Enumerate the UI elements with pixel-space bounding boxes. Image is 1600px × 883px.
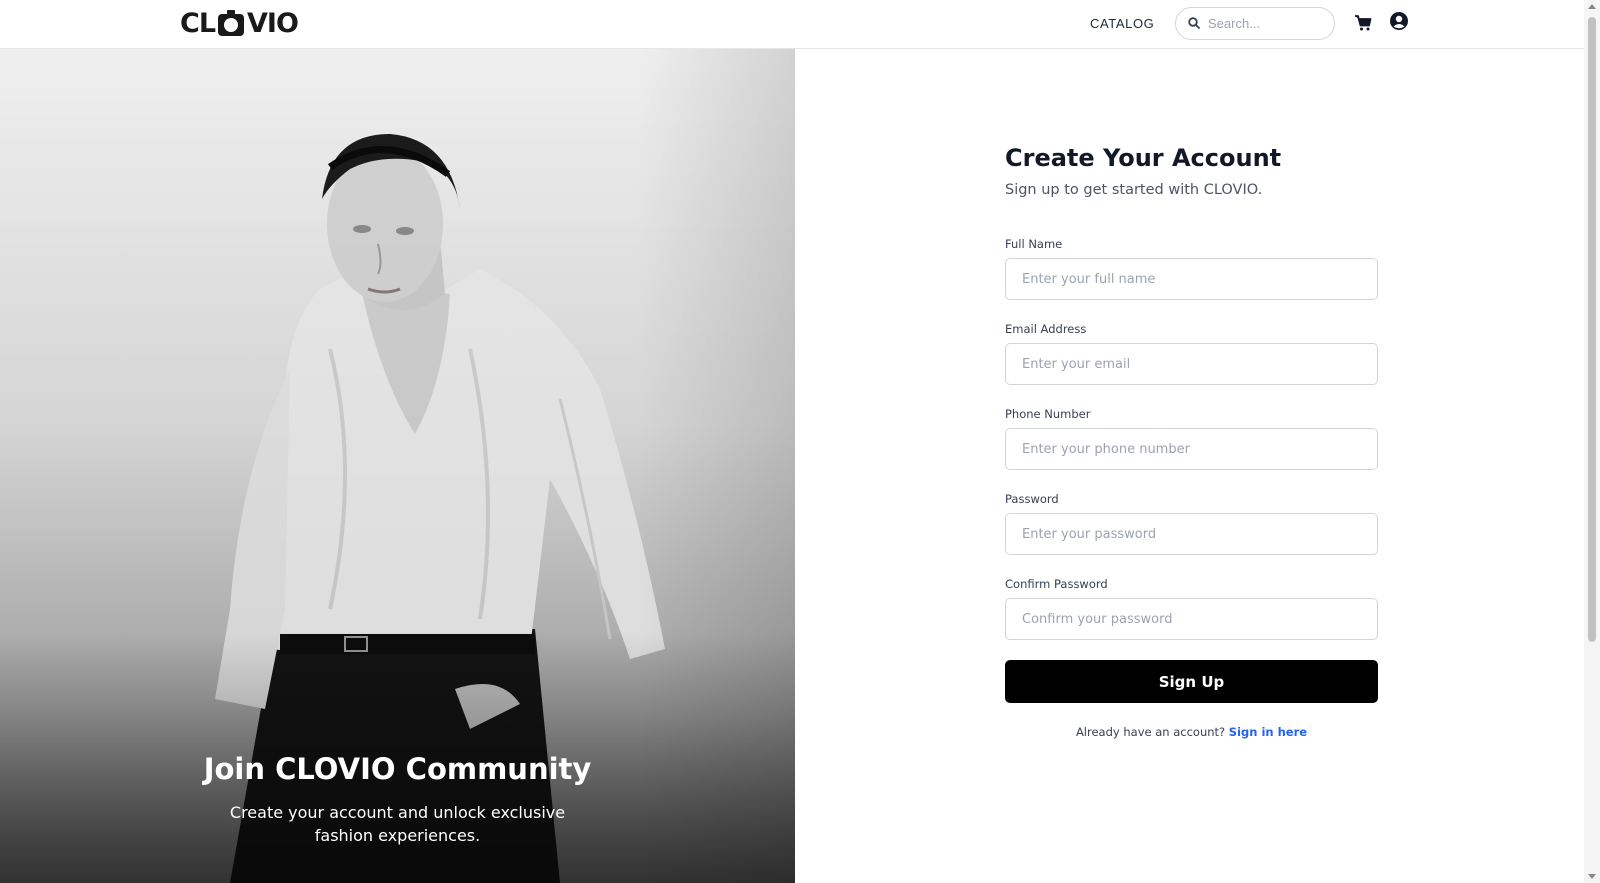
search-box[interactable] <box>1175 7 1335 40</box>
page-scrollbar[interactable] <box>1584 0 1600 883</box>
search-icon <box>1188 14 1200 33</box>
scroll-up-arrow-icon[interactable] <box>1588 3 1596 11</box>
top-navbar: CL VIO CATALOG <box>0 0 1584 49</box>
phone-input[interactable] <box>1005 428 1378 470</box>
confirm-password-input[interactable] <box>1005 598 1378 640</box>
sign-up-button[interactable]: Sign Up <box>1005 660 1378 703</box>
nav-catalog-link[interactable]: CATALOG <box>1090 16 1154 31</box>
full-name-label: Full Name <box>1005 237 1063 251</box>
scrollbar-thumb[interactable] <box>1588 17 1596 642</box>
password-input[interactable] <box>1005 513 1378 555</box>
confirm-password-label: Confirm Password <box>1005 577 1108 591</box>
user-icon[interactable] <box>1389 11 1409 31</box>
logo-text-left: CL <box>180 7 216 39</box>
hero-image-panel: Join CLOVIO Community Create your accoun… <box>0 49 795 883</box>
search-input[interactable] <box>1208 16 1318 31</box>
password-label: Password <box>1005 492 1059 506</box>
scroll-down-arrow-icon[interactable] <box>1588 872 1596 880</box>
form-title: Create Your Account <box>1005 144 1282 172</box>
signin-prompt: Already have an account? <box>1075 725 1226 739</box>
logo-camera-icon <box>216 8 246 38</box>
signin-prompt-line: Already have an account? Sign in here <box>1005 725 1378 739</box>
logo-text-right: VIO <box>247 7 299 39</box>
phone-label: Phone Number <box>1005 407 1091 421</box>
email-input[interactable] <box>1005 343 1378 385</box>
email-label: Email Address <box>1005 322 1087 336</box>
cart-icon[interactable] <box>1354 14 1372 32</box>
clovio-logo[interactable]: CL VIO <box>180 6 299 40</box>
form-subtitle: Sign up to get started with CLOVIO. <box>1005 182 1263 198</box>
hero-subtitle: Create your account and unlock exclusive… <box>229 803 566 845</box>
full-name-input[interactable] <box>1005 258 1378 300</box>
hero-title: Join CLOVIO Community <box>203 752 592 786</box>
sign-in-link[interactable]: Sign in here <box>1229 725 1307 739</box>
